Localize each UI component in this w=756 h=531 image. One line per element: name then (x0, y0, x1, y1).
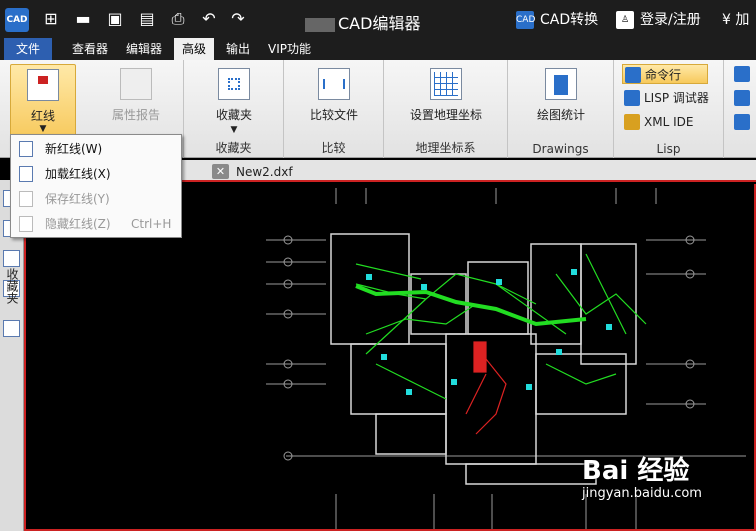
group-favorites: 收藏夹 ▼ 收藏夹 (184, 60, 284, 158)
window-title: CAD编辑器 (305, 10, 420, 34)
vip-button[interactable]: ¥ 加 (722, 9, 749, 29)
group-extra (724, 60, 756, 158)
command-line-icon (625, 67, 641, 83)
compare-files-button[interactable]: 比较文件 (302, 64, 366, 123)
tab-vip[interactable]: VIP功能 (260, 38, 319, 60)
save-icon[interactable]: ▣ (106, 10, 124, 28)
stats-icon (545, 68, 577, 100)
search-icon[interactable] (3, 320, 20, 337)
menu-item-hide-redline[interactable]: 隐藏红线(Z) Ctrl+H (11, 212, 181, 236)
tab-output[interactable]: 输出 (218, 38, 258, 60)
redo-icon[interactable]: ↷ (229, 10, 247, 28)
menu-bar: 文件 查看器 编辑器 高级 输出 VIP功能 (0, 38, 756, 60)
group-label-compare: 比较 (321, 141, 346, 155)
extra-tool-3[interactable] (732, 112, 752, 132)
drawing-stats-button[interactable]: 绘图统计 (528, 64, 594, 123)
tool-icon (734, 66, 750, 82)
baidu-watermark: Bai 经验 jingyan.baidu.com (582, 456, 702, 501)
tab-advanced[interactable]: 高级 (174, 38, 215, 60)
group-drawings: 绘图统计 Drawings (508, 60, 614, 158)
close-tab-button[interactable]: ✕ (212, 164, 229, 179)
set-geo-coords-button[interactable]: 设置地理坐标 (402, 64, 490, 123)
extra-tool-2[interactable] (732, 88, 752, 108)
lisp-debugger-button[interactable]: LISP 调试器 (622, 88, 718, 108)
cad-convert-button[interactable]: CAD CAD转换 (516, 9, 598, 29)
login-button[interactable]: ♙ 登录/注册 (616, 9, 701, 29)
command-line-button[interactable]: 命令行 (622, 64, 708, 84)
lisp-debugger-icon (624, 90, 640, 106)
tab-document[interactable]: New2.dxf (236, 162, 293, 182)
print-icon[interactable]: ⎙ (169, 10, 187, 28)
save-icon (19, 191, 33, 207)
main-bus-line (355, 284, 587, 327)
new-file-icon[interactable]: ⊞ (42, 10, 60, 28)
favorites-button[interactable]: 收藏夹 ▼ (202, 64, 266, 135)
tool-icon (734, 114, 750, 130)
group-compare: 比较文件 比较 (284, 60, 384, 158)
group-label-geo: 地理坐标系 (415, 141, 476, 155)
load-icon (19, 166, 33, 182)
layers-icon[interactable] (3, 250, 20, 267)
redline-dropdown-menu: 新红线(W) 加载红线(X) 保存红线(Y) 隐藏红线(Z) Ctrl+H (10, 134, 182, 238)
open-folder-icon[interactable]: ▬ (74, 10, 92, 28)
undo-icon[interactable]: ↶ (200, 10, 218, 28)
group-lisp: 命令行 LISP 调试器 XML IDE Lisp (614, 60, 724, 158)
app-logo-icon: CAD (5, 8, 29, 32)
user-icon: ♙ (616, 11, 634, 29)
chevron-down-icon: ▼ (39, 124, 47, 134)
shortcut-label: Ctrl+H (131, 217, 172, 231)
save-as-icon[interactable]: ▤ (138, 10, 156, 28)
menu-item-new-redline[interactable]: 新红线(W) (11, 137, 181, 161)
extra-tool-1[interactable] (732, 64, 752, 84)
group-geo: 设置地理坐标 地理坐标系 (384, 60, 508, 158)
xml-ide-button[interactable]: XML IDE (622, 112, 718, 132)
cad-convert-icon: CAD (516, 11, 535, 29)
new-document-icon (19, 141, 33, 157)
fixture-markers (366, 269, 612, 395)
title-bar: CAD ⊞ ▬ ▣ ▤ ⎙ ↶ ↷ CAD编辑器 CAD CAD转换 ♙ 登录/注册… (0, 0, 756, 38)
redline-button[interactable]: 红线 ▼ (10, 64, 76, 140)
group-label-drawings: Drawings (532, 142, 589, 156)
group-label-favorites: 收藏夹 (215, 141, 252, 155)
grid-icon (430, 68, 462, 100)
group-label-lisp: Lisp (656, 142, 681, 156)
red-wiring (465, 341, 507, 435)
menu-item-save-redline[interactable]: 保存红线(Y) (11, 187, 181, 211)
tool-icon (734, 90, 750, 106)
favorites-side-label[interactable]: 收藏夹 (3, 268, 21, 304)
menu-item-load-redline[interactable]: 加载红线(X) (11, 162, 181, 186)
property-report-button[interactable]: 属性报告 (104, 64, 168, 123)
xml-ide-icon (624, 114, 640, 130)
favorites-icon (218, 68, 250, 100)
hide-icon (19, 216, 33, 232)
report-icon (120, 68, 152, 100)
chevron-down-icon: ▼ (230, 125, 238, 135)
tab-editor[interactable]: 编辑器 (118, 38, 170, 60)
compare-icon (318, 68, 350, 100)
tab-file[interactable]: 文件 (4, 38, 52, 60)
redline-icon (27, 69, 59, 101)
tab-viewer[interactable]: 查看器 (64, 38, 116, 60)
